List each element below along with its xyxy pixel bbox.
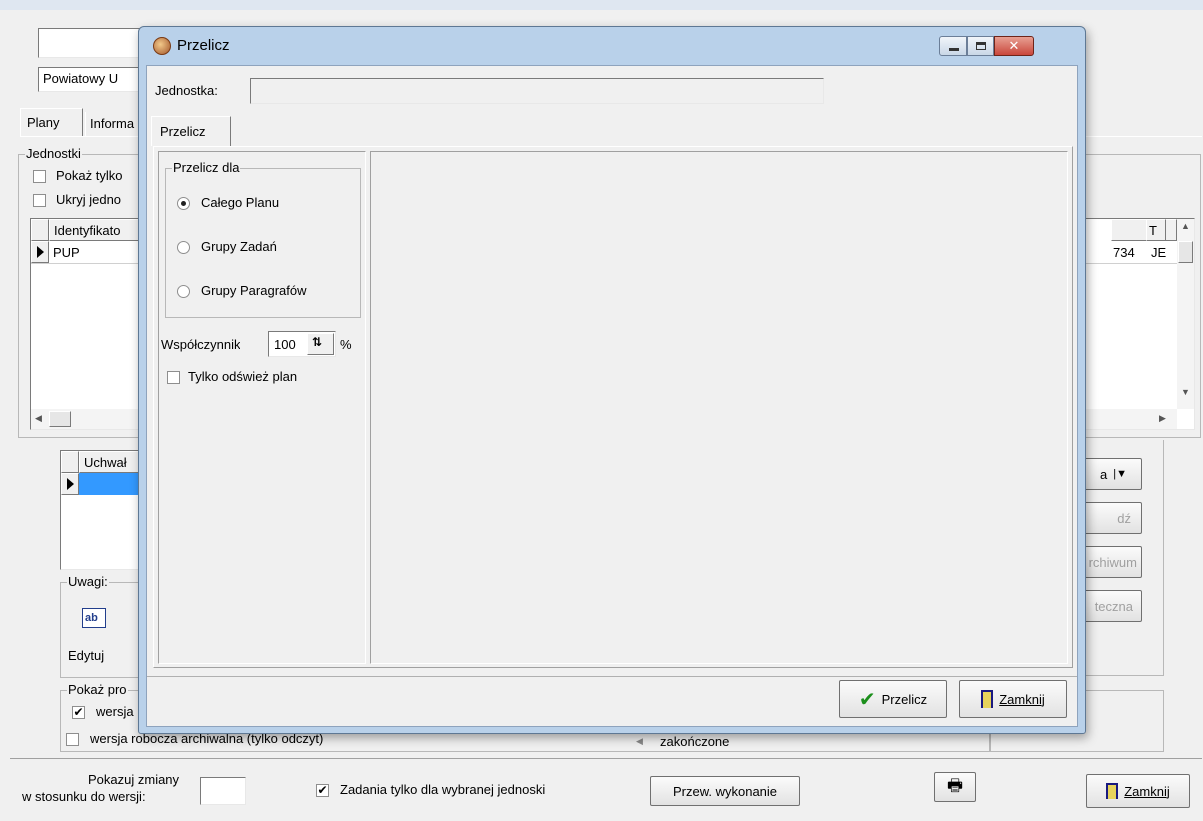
tab-przelicz[interactable]: Przelicz	[151, 116, 231, 146]
close-icon: ✕	[1008, 38, 1020, 53]
factor-value: 100	[274, 337, 296, 352]
minimize-button[interactable]	[939, 36, 967, 56]
left-panel: Przelicz dla Całego Planu Grupy Zadań Gr…	[158, 151, 366, 664]
edit-notes-label: Edytuj	[68, 648, 105, 663]
scroll-left-icon[interactable]: ◀	[35, 413, 42, 424]
version-checkbox[interactable]: ✔	[72, 706, 85, 719]
factor-spin[interactable]: ⇅	[307, 333, 334, 355]
recalc-dialog: Przelicz ✕ Jednostka: Przelicz Przelicz …	[138, 26, 1086, 734]
edit-notes-button[interactable]: ab Edytuj	[64, 600, 122, 670]
factor-unit: %	[340, 337, 352, 352]
dialog-close-button[interactable]: Zamknij	[959, 680, 1067, 718]
compare-version-input[interactable]	[200, 777, 246, 805]
finished-label: zakończone	[660, 734, 730, 749]
footer-separator	[147, 676, 1077, 677]
show-only-label: Pokaż tylko	[56, 168, 123, 183]
resolutions-grid[interactable]: Uchwał	[60, 450, 151, 570]
print-button[interactable]: 🖶	[934, 772, 976, 802]
top-field-1[interactable]	[38, 28, 148, 58]
finished-arrow-icon: ◀	[636, 736, 643, 746]
right-panel	[370, 151, 1068, 664]
factor-input[interactable]: 100 ⇅	[268, 331, 336, 357]
show-only-checkbox[interactable]	[33, 170, 46, 183]
app-icon	[153, 37, 171, 55]
scroll-thumb[interactable]	[1178, 241, 1193, 263]
scroll-right-icon[interactable]: ▶	[1159, 413, 1166, 424]
resolutions-corner	[61, 451, 79, 473]
show-changes-label-1: Pokazuj zmiany	[88, 772, 180, 787]
window-top-edge	[0, 0, 1203, 10]
minimize-icon	[949, 48, 959, 51]
maximize-button[interactable]	[967, 36, 994, 56]
printer-icon: 🖶	[946, 775, 964, 795]
hide-units-label: Ukryj jedno	[56, 192, 122, 207]
resolutions-row-indicator	[61, 473, 79, 495]
refresh-only-checkbox[interactable]	[167, 371, 180, 384]
radio-whole-plan-label[interactable]: Całego Planu	[201, 195, 279, 210]
radio-paragraph-groups-label[interactable]: Grupy Paragrafów	[201, 283, 307, 298]
top-field-2[interactable]: Powiatowy U	[38, 67, 148, 92]
text-edit-icon: ab	[82, 608, 106, 628]
radio-paragraph-groups[interactable]	[177, 285, 190, 298]
tab-informacje[interactable]: Informa	[85, 112, 145, 136]
hide-units-checkbox[interactable]	[33, 194, 46, 207]
archived-checkbox[interactable]	[66, 733, 79, 746]
dialog-title-bar[interactable]: Przelicz ✕	[139, 27, 1085, 65]
maximize-icon	[976, 42, 986, 50]
column-header-right	[1111, 219, 1177, 241]
version-label: wersja	[96, 704, 134, 719]
refresh-only-label[interactable]: Tylko odśwież plan	[188, 369, 297, 384]
radio-task-groups-label[interactable]: Grupy Zadań	[201, 239, 277, 254]
unit-label: Jednostka:	[155, 83, 218, 98]
unit-field[interactable]	[250, 78, 824, 104]
dialog-client: Jednostka: Przelicz Przelicz dla Całego …	[146, 65, 1078, 727]
spin-arrows-icon: ⇅	[312, 335, 323, 349]
units-vertical-scrollbar[interactable]: ▲ ▼	[1177, 219, 1194, 409]
row-indicator	[31, 241, 49, 263]
show-changes-label-2: w stosunku do wersji:	[22, 789, 146, 804]
column-header-identifier[interactable]: Identyfikato	[49, 219, 149, 241]
hscroll-thumb[interactable]	[49, 411, 71, 427]
door-icon	[1106, 783, 1119, 799]
grid-corner	[31, 219, 49, 241]
scroll-up-icon[interactable]: ▲	[1181, 221, 1190, 231]
tasks-only-checkbox[interactable]: ✔	[316, 784, 329, 797]
cell-right-value[interactable]: 734	[1113, 245, 1135, 260]
close-button[interactable]: ✕	[994, 36, 1034, 56]
execution-button[interactable]: Przew. wykonanie	[650, 776, 800, 806]
cell-identifier[interactable]: PUP	[53, 245, 80, 260]
cell-type[interactable]: JE	[1151, 245, 1166, 260]
checkmark-icon: ✔	[858, 688, 876, 711]
scroll-down-icon[interactable]: ▼	[1181, 387, 1190, 397]
column-header-type[interactable]: T	[1146, 219, 1166, 241]
dialog-title: Przelicz	[177, 37, 230, 54]
bottom-separator	[10, 758, 1202, 759]
radio-whole-plan[interactable]	[177, 197, 190, 210]
resolutions-row-pointer-icon	[66, 478, 74, 490]
tab-panel: Przelicz dla Całego Planu Grupy Zadań Gr…	[153, 146, 1073, 668]
row-pointer-icon	[36, 246, 44, 258]
factor-label: Współczynnik	[161, 337, 241, 352]
main-close-button[interactable]: Zamknij	[1086, 774, 1190, 808]
door-icon	[981, 690, 994, 708]
tasks-only-label: Zadania tylko dla wybranej jednoski	[340, 782, 546, 797]
radio-task-groups[interactable]	[177, 241, 190, 254]
tab-plany[interactable]: Plany	[20, 108, 83, 136]
recalc-button[interactable]: ✔ Przelicz	[839, 680, 947, 718]
